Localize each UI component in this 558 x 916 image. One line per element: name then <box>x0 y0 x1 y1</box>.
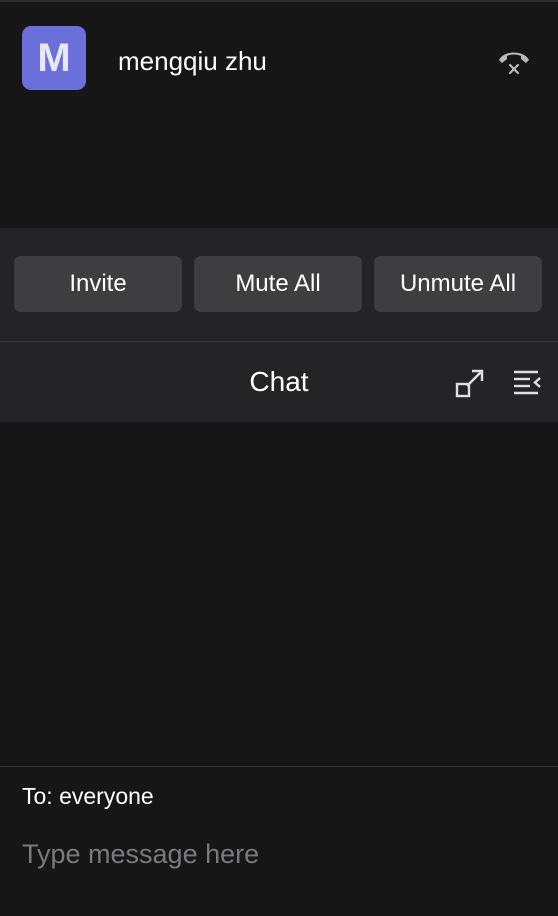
phone-hangup-icon[interactable] <box>496 46 532 78</box>
mute-all-button[interactable]: Mute All <box>194 256 362 312</box>
meeting-panel: M mengqiu zhu Invite Mute All Unmute All… <box>0 0 558 916</box>
popout-icon[interactable] <box>454 368 486 400</box>
invite-button[interactable]: Invite <box>14 256 182 312</box>
collapse-panel-icon[interactable] <box>512 368 542 398</box>
participant-name: mengqiu zhu <box>118 46 267 76</box>
message-input[interactable] <box>22 832 542 876</box>
recipient-selector[interactable]: To: everyone <box>22 783 154 810</box>
chat-header: Chat <box>0 342 558 422</box>
unmute-all-button[interactable]: Unmute All <box>374 256 542 312</box>
chat-messages-area <box>0 422 558 766</box>
participant-controls: Invite Mute All Unmute All <box>0 228 558 342</box>
avatar-letter: M <box>37 35 71 80</box>
participant-row[interactable]: M mengqiu zhu <box>0 2 558 118</box>
avatar: M <box>22 26 86 90</box>
compose-divider <box>0 766 558 767</box>
